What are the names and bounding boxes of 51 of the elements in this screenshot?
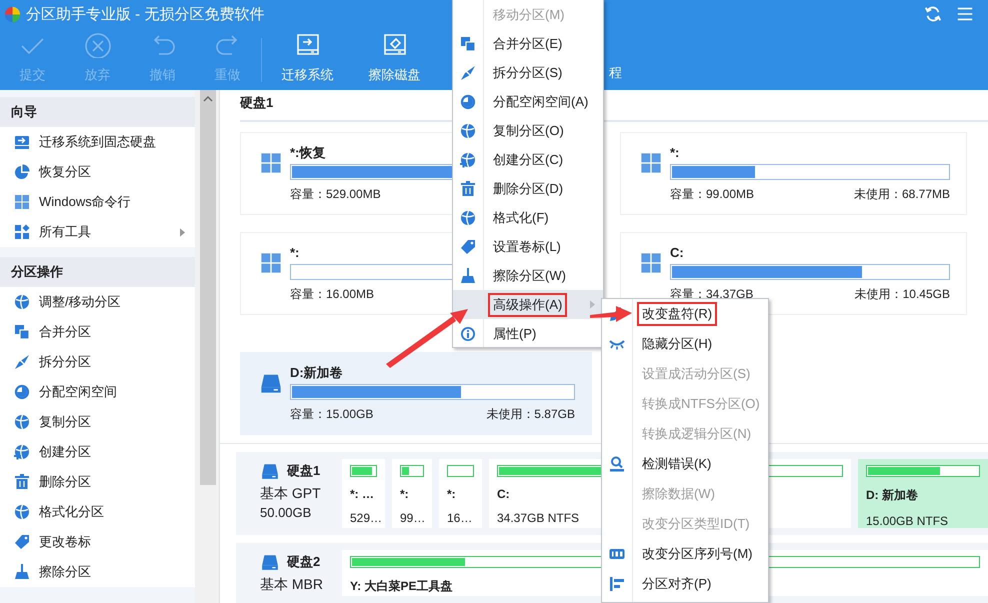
- partition-name: *:: [290, 245, 300, 261]
- capacity-text: 容量：529.00MB: [290, 186, 381, 203]
- partition-size: 529…: [350, 511, 382, 526]
- menu-label: 高级操作(A): [488, 292, 568, 316]
- capacity-text: 容量：99.00MB: [670, 186, 754, 203]
- menu-label: 擦除数据(W): [641, 485, 716, 503]
- menu-label: 转换成逻辑分区(N): [641, 425, 752, 443]
- window-title: 分区助手专业版 - 无损分区免费软件: [26, 4, 264, 24]
- disk-name: 硬盘1: [287, 462, 320, 480]
- menu-label: 转换成NTFS分区(O): [641, 395, 761, 413]
- partition-name: *: …: [350, 487, 374, 502]
- menu-label: 拆分分区(S): [492, 64, 564, 82]
- menu-label: 分区对齐(P): [641, 575, 712, 593]
- menu-label: 擦除分区(W): [492, 266, 567, 285]
- disk-type: 基本 MBR: [260, 576, 324, 594]
- partition-name: D:新加卷: [290, 365, 343, 381]
- menu-label: 改变分区类型ID(T): [641, 515, 751, 533]
- menu-label: 隐藏分区(H): [641, 335, 714, 353]
- disk-name: 硬盘2: [287, 553, 320, 572]
- menu-label: 检测错误(K): [641, 455, 712, 473]
- partition-name: *:: [400, 487, 409, 502]
- unused-text: 未使用：5.87GB: [486, 406, 575, 423]
- disk-size: 50.00GB: [260, 505, 312, 520]
- menu-label: 移动分区(M): [492, 6, 566, 24]
- menu-label: 设置成活动分区(S): [641, 365, 752, 383]
- section-header: 向导: [0, 97, 195, 127]
- menu-label: 创建分区(C): [492, 150, 564, 169]
- section-header: 分区操作: [0, 257, 195, 287]
- menu-label: 属性(P): [492, 324, 538, 343]
- partition-size: 99…: [400, 511, 426, 526]
- disk-type: 基本 GPT: [260, 485, 322, 504]
- menu-label: 改变盘符(R): [637, 302, 718, 326]
- unused-text: 未使用：10.45GB: [854, 286, 950, 303]
- partition-size: 15.00GB NTFS: [866, 514, 948, 528]
- menu-label: 改变分区序列号(M): [641, 545, 754, 563]
- menu-label: 合并分区(E): [492, 34, 564, 53]
- partition-size: 34.37GB NTFS: [497, 511, 580, 526]
- partition-name: C:: [497, 487, 510, 502]
- partition-name: Y: 大白菜PE工具盘: [350, 578, 452, 596]
- partition-name: *:恢复: [290, 145, 326, 161]
- unused-text: 未使用：68.77MB: [854, 186, 950, 203]
- partition-size: 16…: [447, 511, 472, 526]
- capacity-text: 容量：15.00GB: [290, 406, 374, 423]
- partition-name: *:: [670, 145, 680, 161]
- menu-label: 分配空闲空间(A): [492, 92, 590, 111]
- capacity-text: 容量：16.00MB: [290, 286, 374, 303]
- partition-name: *:: [447, 487, 456, 502]
- partition-name: C:: [670, 245, 684, 261]
- menu-label: 设置卷标(L): [492, 238, 562, 256]
- menu-label: 删除分区(D): [492, 180, 564, 198]
- partition-name: D: 新加卷: [866, 487, 918, 504]
